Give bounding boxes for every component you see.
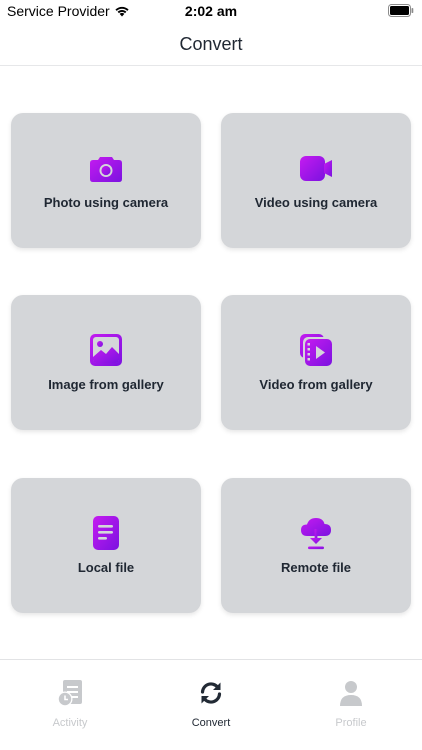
tab-label: Activity [52, 717, 88, 729]
activity-icon [57, 680, 82, 707]
camera-icon [90, 157, 122, 182]
status-bar: Service Provider 2:02 am [0, 0, 422, 22]
option-label: Video using camera [254, 195, 378, 210]
image-from-gallery-card[interactable]: Image from gallery [11, 295, 201, 430]
tab-label: Convert [191, 717, 231, 729]
tab-convert[interactable]: Convert [141, 660, 281, 750]
image-gallery-icon [90, 334, 122, 366]
battery-icon [388, 4, 414, 17]
option-label: Image from gallery [48, 377, 164, 392]
tab-bar: Activity Convert Profile [0, 659, 422, 750]
option-label: Local file [77, 560, 135, 575]
photo-using-camera-card[interactable]: Photo using camera [11, 113, 201, 248]
video-using-camera-card[interactable]: Video using camera [221, 113, 411, 248]
tab-profile[interactable]: Profile [281, 660, 421, 750]
cloud-download-icon [301, 518, 331, 550]
video-camera-icon [300, 156, 332, 181]
video-gallery-icon [300, 334, 332, 366]
video-from-gallery-card[interactable]: Video from gallery [221, 295, 411, 430]
option-label: Remote file [280, 560, 352, 575]
option-label: Photo using camera [43, 195, 169, 210]
local-file-card[interactable]: Local file [11, 478, 201, 613]
page-title: Convert [179, 34, 243, 54]
tab-activity[interactable]: Activity [0, 660, 140, 750]
clock: 2:02 am [184, 3, 238, 19]
refresh-icon [200, 682, 222, 704]
option-label: Video from gallery [259, 377, 373, 392]
nav-header: Convert [0, 22, 422, 66]
remote-file-card[interactable]: Remote file [221, 478, 411, 613]
document-icon [93, 516, 119, 550]
user-icon [340, 681, 362, 706]
tab-label: Profile [335, 717, 367, 729]
